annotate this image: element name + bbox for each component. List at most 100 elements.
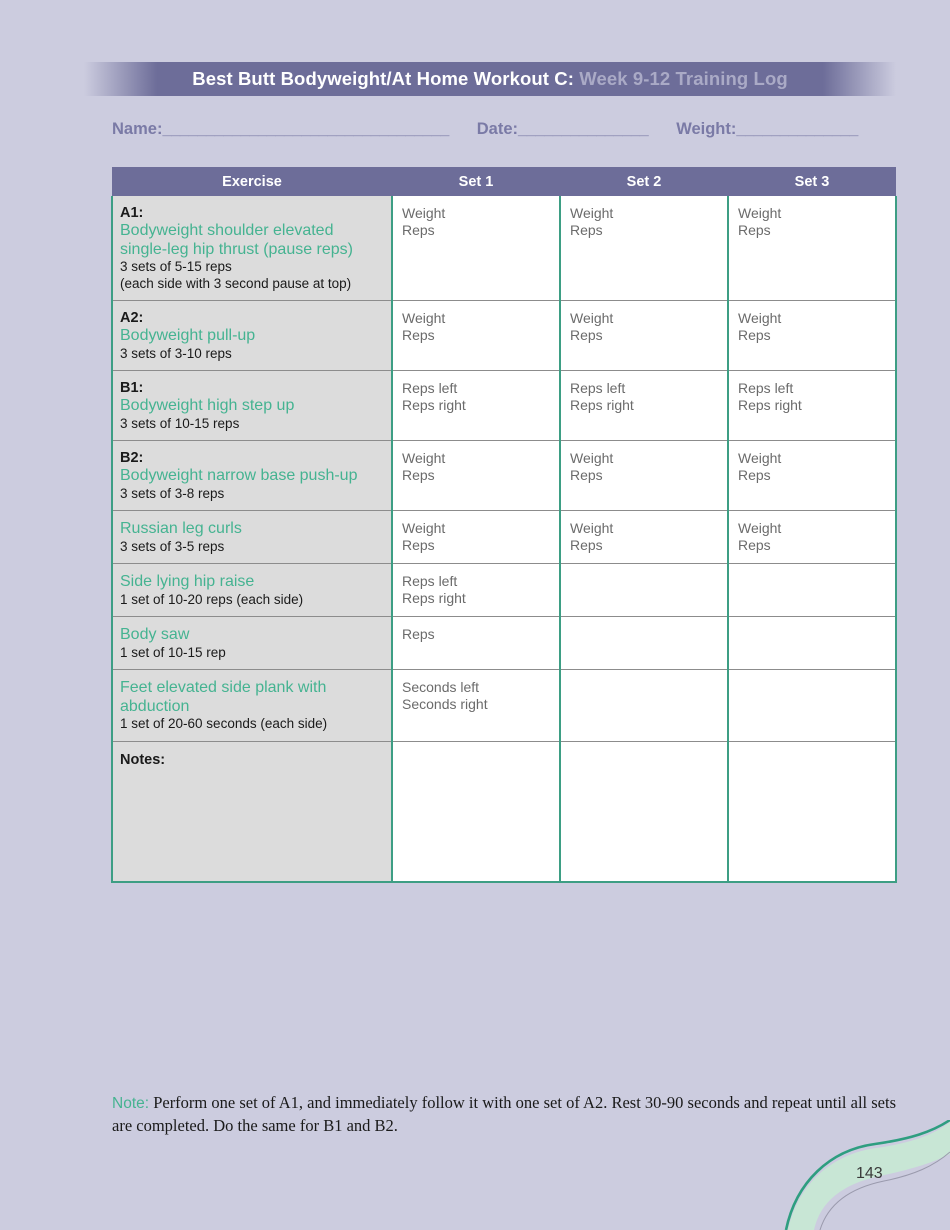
name-blank: _________________________________	[162, 120, 449, 138]
set-label-group: Weight Reps	[729, 196, 895, 248]
set-label-group: Weight Reps	[393, 196, 559, 248]
set-label-top: Weight	[570, 310, 614, 326]
exercise-detail: 3 sets of 5-15 reps	[120, 259, 232, 274]
set-label-bottom: Reps	[402, 222, 435, 238]
table-header: Exercise Set 1 Set 2 Set 3	[112, 167, 896, 196]
set-3-cell[interactable]: Reps left Reps right	[728, 370, 897, 441]
footer-note-text: Perform one set of A1, and immediately f…	[112, 1093, 897, 1135]
set-1-cell[interactable]: Reps left Reps right	[392, 370, 561, 441]
header-title-workout: Workout C:	[468, 68, 575, 89]
set-2-cell[interactable]	[560, 669, 729, 742]
exercise-name: Bodyweight narrow base push-up	[120, 467, 358, 484]
table-header-row: Exercise Set 1 Set 2 Set 3	[112, 167, 896, 196]
date-label: Date:	[476, 120, 519, 138]
notes-set-3-cell[interactable]	[728, 741, 897, 883]
set-label-bottom: Reps right	[570, 397, 634, 413]
exercise-detail: 3 sets of 3-8 reps	[120, 485, 225, 501]
exercise-cell: Body saw 1 set of 10-15 rep	[111, 616, 393, 670]
workout-log-table: Exercise Set 1 Set 2 Set 3 A1: Bodyweight…	[111, 167, 897, 883]
page-number: 143	[856, 1165, 883, 1182]
set-2-cell[interactable]	[560, 563, 729, 617]
set-2-cell[interactable]: Reps left Reps right	[560, 370, 729, 441]
table-row: Russian leg curls 3 sets of 3-5 reps Weigh…	[111, 510, 897, 564]
exercise-name: Russian leg curls	[120, 520, 242, 537]
set-label-top: Reps	[402, 626, 435, 642]
set-label-top: Weight	[738, 205, 782, 221]
header-title-week: Week 9-12 Training Log	[574, 68, 788, 89]
set-label-top: Weight	[738, 450, 782, 466]
set-3-cell[interactable]: Weight Reps	[728, 196, 897, 301]
set-2-cell[interactable]: Weight Reps	[560, 196, 729, 301]
set-label-bottom: Reps	[738, 222, 771, 238]
weight-label: Weight:	[676, 120, 737, 138]
set-label-group: Weight Reps	[561, 196, 727, 248]
set-3-cell[interactable]: Weight Reps	[728, 440, 897, 511]
set-2-cell[interactable]: Weight Reps	[560, 440, 729, 511]
exercise-detail: 1 set of 10-15 rep	[120, 644, 226, 660]
set-2-cell[interactable]	[560, 616, 729, 670]
table-row: A2: Bodyweight pull-up 3 sets of 3-10 reps…	[111, 300, 897, 371]
set-label-bottom: Reps	[570, 222, 603, 238]
table-row: Feet elevated side plank with abduction 1…	[111, 669, 897, 742]
exercise-detail: 1 set of 20-60 seconds (each side)	[120, 716, 328, 731]
set-3-cell[interactable]	[728, 669, 897, 742]
set-2-cell[interactable]: Weight Reps	[560, 300, 729, 371]
set-label-bottom: Reps	[738, 467, 771, 483]
set-3-cell[interactable]: Weight Reps	[728, 510, 897, 564]
table-row: A1: Bodyweight shoulder elevated single-l…	[111, 196, 897, 301]
set-label-top: Weight	[738, 310, 782, 326]
set-label-group: Weight Reps	[729, 511, 895, 563]
notes-set-1-cell[interactable]	[392, 741, 561, 883]
set-label-top: Weight	[402, 520, 446, 536]
exercise-prefix: A1:	[120, 205, 144, 221]
exercise-detail: 3 sets of 3-5 reps	[120, 538, 225, 554]
set-label-group: Weight Reps	[393, 301, 559, 353]
set-1-cell[interactable]: Weight Reps	[392, 510, 561, 564]
set-label-bottom: Reps	[738, 327, 771, 343]
set-3-cell[interactable]: Weight Reps	[728, 300, 897, 371]
set-3-cell[interactable]	[728, 563, 897, 617]
column-header-set-3: Set 3	[728, 167, 896, 196]
set-1-cell[interactable]: Seconds left Seconds right	[392, 669, 561, 742]
set-label-top: Reps left	[402, 573, 458, 589]
set-label-group: Reps	[393, 617, 559, 669]
set-label-top: Reps left	[738, 380, 794, 396]
set-label-group: Weight Reps	[393, 441, 559, 493]
set-label-top: Weight	[570, 520, 614, 536]
weight-field[interactable]: Weight:______________	[676, 120, 858, 139]
set-label-top: Reps left	[402, 380, 458, 396]
set-label-top: Weight	[570, 205, 614, 221]
set-2-cell[interactable]: Weight Reps	[560, 510, 729, 564]
exercise-detail: 3 sets of 10-15 reps	[120, 415, 240, 431]
page-header-title: Best Butt Bodyweight/At Home Workout C: …	[192, 68, 788, 90]
set-label-bottom: Reps right	[402, 590, 466, 606]
date-blank: _______________	[518, 120, 649, 138]
set-1-cell[interactable]: Weight Reps	[392, 300, 561, 371]
set-label-group: Weight Reps	[561, 301, 727, 353]
date-field[interactable]: Date:_______________	[476, 120, 649, 139]
exercise-detail: 3 sets of 3-10 reps	[120, 345, 232, 361]
set-label-group: Weight Reps	[561, 441, 727, 493]
name-field[interactable]: Name:_________________________________	[112, 120, 449, 139]
set-1-cell[interactable]: Weight Reps	[392, 440, 561, 511]
set-label-group	[561, 670, 727, 722]
set-label-bottom: Reps	[570, 327, 603, 343]
set-label-bottom: Reps	[402, 467, 435, 483]
set-label-top: Weight	[402, 310, 446, 326]
set-label-group	[729, 670, 895, 722]
notes-set-2-cell[interactable]	[560, 741, 729, 883]
set-label-group	[561, 564, 727, 616]
set-3-cell[interactable]	[728, 616, 897, 670]
set-1-cell[interactable]: Reps left Reps right	[392, 563, 561, 617]
notes-label: Notes:	[120, 751, 166, 768]
exercise-cell: B2: Bodyweight narrow base push-up 3 sets …	[111, 440, 393, 511]
set-label-group	[561, 617, 727, 669]
set-1-cell[interactable]: Weight Reps	[392, 196, 561, 301]
set-label-top: Weight	[570, 450, 614, 466]
column-header-exercise: Exercise	[112, 167, 392, 196]
notes-cell[interactable]: Notes:	[111, 741, 393, 883]
exercise-detail-secondary: (each side with 3 second pause at top)	[120, 275, 352, 291]
set-1-cell[interactable]: Reps	[392, 616, 561, 670]
table-row: Body saw 1 set of 10-15 rep Reps	[111, 616, 897, 670]
set-label-group: Reps left Reps right	[729, 371, 895, 423]
